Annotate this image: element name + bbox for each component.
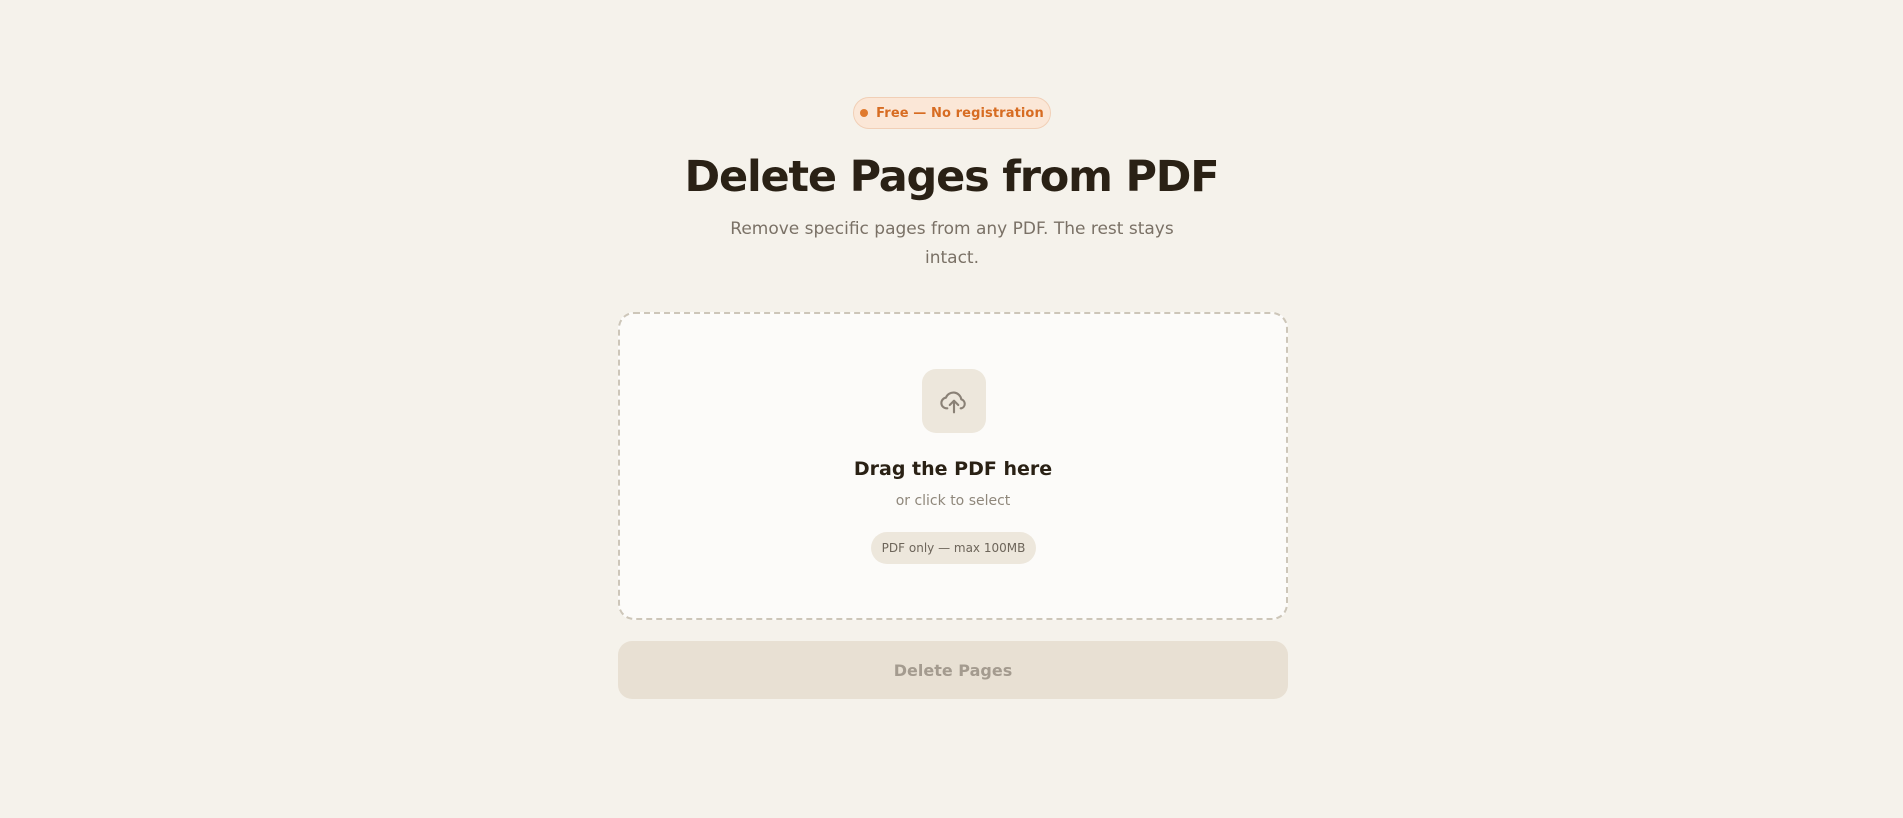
cloud-upload-icon — [940, 391, 966, 414]
free-badge: Free — No registration — [853, 97, 1051, 129]
page-subtitle: Remove specific pages from any PDF. The … — [730, 219, 1174, 268]
dropzone-title: Drag the PDF here — [853, 458, 1053, 480]
page: Free — No registration Delete Pages from… — [0, 0, 1903, 818]
dropzone-subtitle: or click to select — [895, 493, 1011, 509]
page-title: Delete Pages from PDF — [684, 152, 1220, 202]
upload-icon-tile — [922, 369, 986, 433]
status-dot-icon — [860, 109, 869, 117]
pdf-dropzone[interactable]: Drag the PDF here or click to select PDF… — [618, 312, 1288, 620]
file-limit-chip: PDF only — max 100MB — [871, 532, 1036, 564]
delete-pages-button[interactable]: Delete Pages — [618, 641, 1288, 699]
badge-label: Free — No registration — [876, 105, 1044, 121]
